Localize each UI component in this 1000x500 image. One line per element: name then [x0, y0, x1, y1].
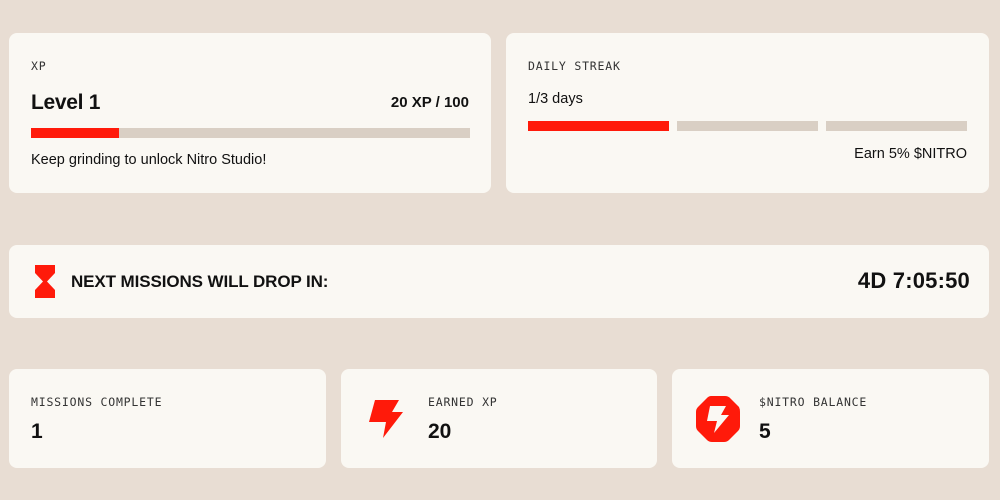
streak-progress-segments — [528, 121, 967, 131]
earned-xp-value: 20 — [428, 420, 452, 443]
lightning-bolt-icon — [369, 400, 403, 438]
daily-streak-label: DAILY STREAK — [528, 59, 621, 73]
next-missions-banner: NEXT MISSIONS WILL DROP IN: 4D 7:05:50 — [9, 245, 989, 318]
next-missions-label: NEXT MISSIONS WILL DROP IN: — [71, 272, 329, 291]
xp-amount: 20 XP / 100 — [390, 94, 469, 111]
missions-complete-label: MISSIONS COMPLETE — [31, 395, 163, 409]
missions-complete-value: 1 — [31, 420, 43, 443]
xp-progress-fill — [31, 128, 119, 138]
streak-segment — [826, 121, 967, 131]
missions-complete-card: MISSIONS COMPLETE 1 — [9, 369, 326, 468]
streak-days: 1/3 days — [528, 91, 583, 107]
streak-segment — [677, 121, 818, 131]
daily-streak-card: DAILY STREAK 1/3 days Earn 5% $NITRO — [506, 33, 989, 193]
xp-card-label: XP — [31, 59, 47, 73]
nitro-token-icon — [696, 396, 740, 442]
earned-xp-label: EARNED XP — [428, 395, 498, 409]
nitro-balance-value: 5 — [759, 420, 771, 443]
nitro-balance-card: $NITRO BALANCE 5 — [672, 369, 989, 468]
xp-message: Keep grinding to unlock Nitro Studio! — [31, 152, 267, 168]
xp-progress-bar — [31, 128, 470, 138]
earned-xp-card: EARNED XP 20 — [341, 369, 657, 468]
xp-level: Level 1 — [31, 91, 101, 114]
streak-segment — [528, 121, 669, 131]
countdown-timer: 4D 7:05:50 — [857, 268, 970, 293]
streak-reward: Earn 5% $NITRO — [854, 146, 967, 162]
xp-card: XP Level 1 20 XP / 100 Keep grinding to … — [9, 33, 491, 193]
nitro-balance-label: $NITRO BALANCE — [759, 395, 868, 409]
hourglass-icon — [35, 265, 55, 298]
